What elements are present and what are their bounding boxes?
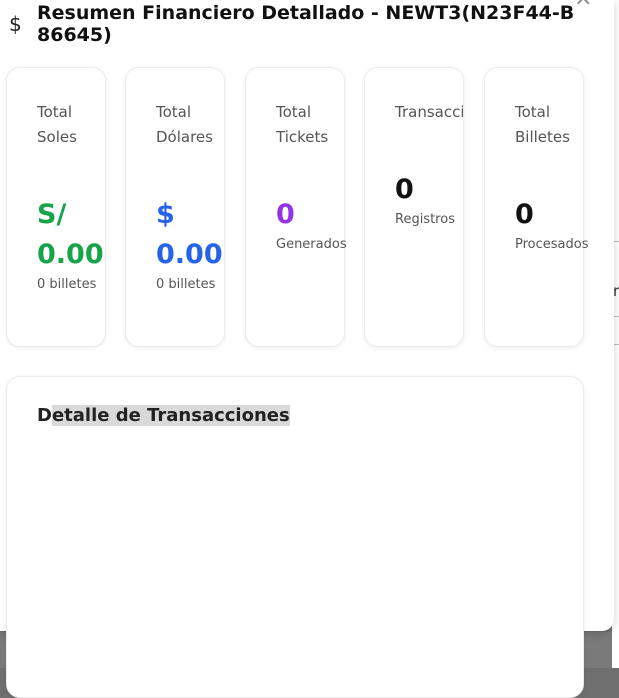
card-label: Transacciones [395,103,464,121]
card-label: Total Soles [37,103,77,146]
financial-summary-modal: $ Resumen Financiero Detallado - NEWT3(N… [0,0,614,698]
card-value: S/ 0.00 [37,199,104,270]
card-label: Total Billetes [515,103,570,146]
card-value: 0 [395,174,414,205]
card-label: Total Dólares [156,103,213,146]
detail-title-initial: D [37,405,52,426]
card-total-soles: Total Soles S/ 0.00 0 billetes [6,67,106,347]
card-sub: 0 billetes [37,277,97,292]
card-total-tickets: Total Tickets 0 Generados [245,67,347,347]
card-sub: Registros [395,212,455,227]
detail-title: Detalle de Transacciones [37,405,290,426]
modal-title: Resumen Financiero Detallado - NEWT3(N23… [37,2,575,46]
close-icon[interactable]: × [574,0,592,10]
card-sub: Generados [276,237,347,252]
card-value: $ 0.00 [156,199,223,270]
card-total-billetes: Total Billetes 0 Procesados [484,67,589,347]
card-total-dolares: Total Dólares $ 0.00 0 billetes [125,67,225,347]
card-sub: Procesados [515,237,589,252]
detail-title-selected-text: etalle de Transacciones [51,405,290,426]
dollar-icon: $ [9,12,22,36]
transactions-detail-panel: Detalle de Transacciones [6,376,584,698]
card-sub: 0 billetes [156,277,216,292]
card-value: 0 [276,199,295,230]
card-value: 0 [515,199,534,230]
card-transacciones: Transacciones 0 Registros [364,67,464,347]
card-label: Total Tickets [276,103,329,146]
